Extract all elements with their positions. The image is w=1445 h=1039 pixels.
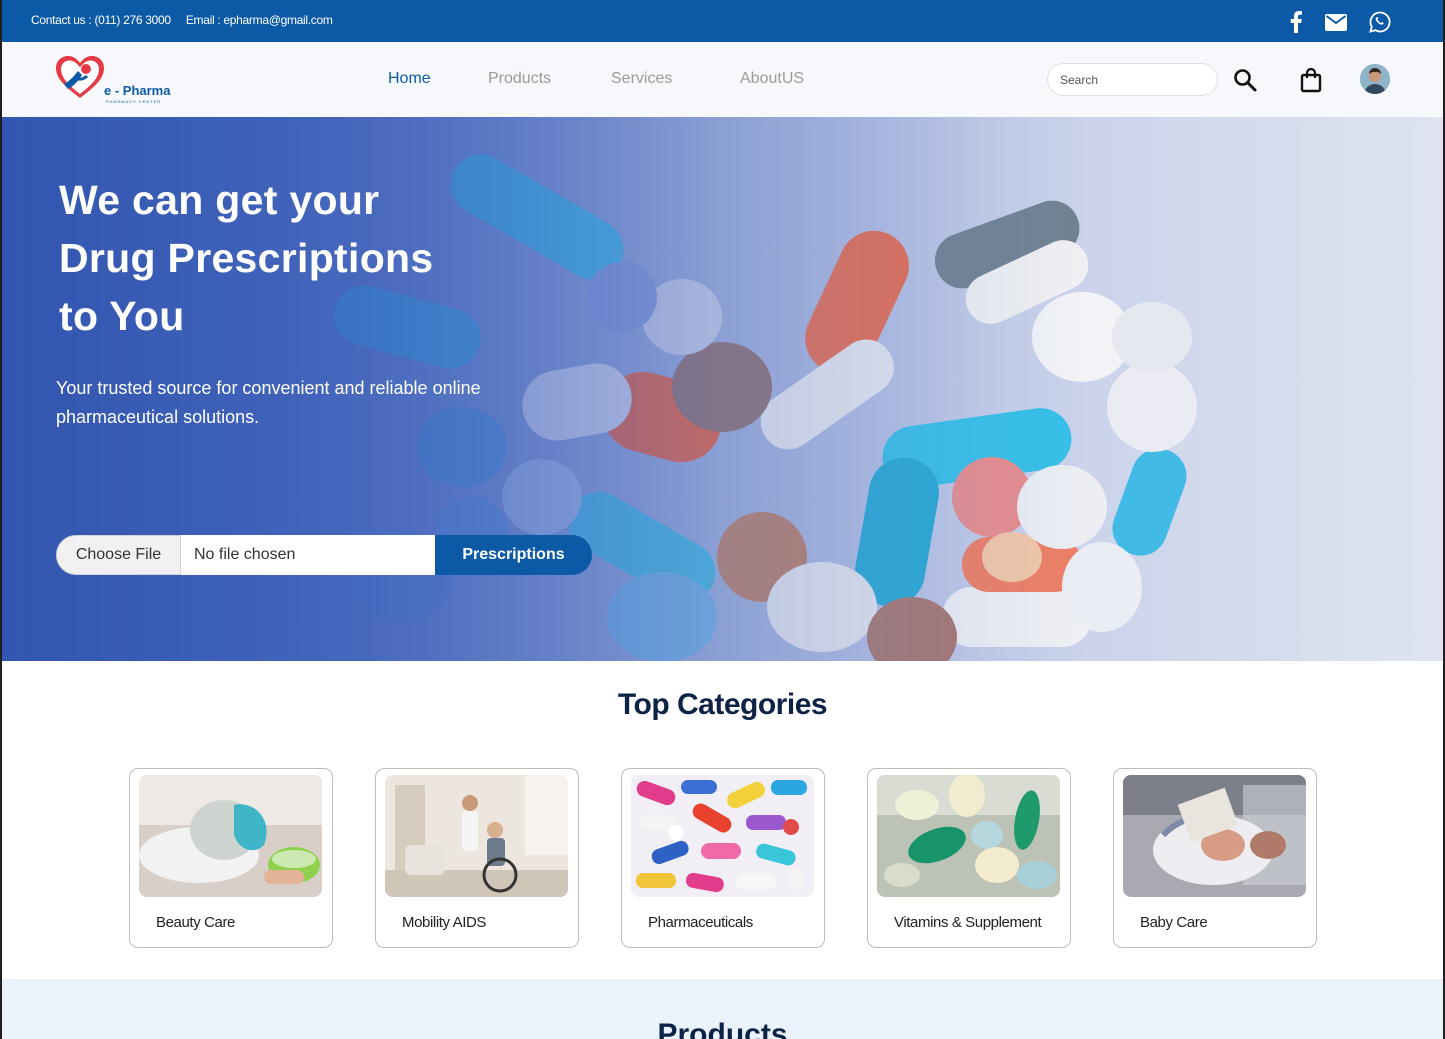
category-card-mobility-aids[interactable]: Mobility AIDS bbox=[375, 768, 579, 948]
nav-link-aboutus[interactable]: AboutUS bbox=[740, 70, 804, 88]
nav-link-products[interactable]: Products bbox=[488, 70, 551, 88]
contact-info: Contact us : (011) 276 3000 Email : epha… bbox=[31, 13, 345, 27]
brand-tagline: PHARMACY CENTER bbox=[106, 99, 162, 104]
category-label: Baby Care bbox=[1140, 914, 1208, 931]
contact-email: Email : epharma@gmail.com bbox=[185, 13, 333, 27]
nav-link-services[interactable]: Services bbox=[611, 70, 672, 88]
baby-care-image bbox=[1123, 775, 1306, 897]
shopping-bag-icon[interactable] bbox=[1297, 66, 1325, 94]
category-card-baby-care[interactable]: Baby Care bbox=[1113, 768, 1317, 948]
category-label: Pharmaceuticals bbox=[648, 914, 753, 931]
main-navbar: e - Pharma PHARMACY CENTER Home Products… bbox=[2, 42, 1443, 117]
nav-link-home[interactable]: Home bbox=[388, 70, 431, 88]
search-input[interactable] bbox=[1047, 63, 1218, 96]
hero-title-line2: Drug Prescriptions bbox=[59, 235, 434, 281]
category-label: Mobility AIDS bbox=[402, 914, 486, 931]
vitamins-supplement-image bbox=[877, 775, 1060, 897]
hero-subtitle: Your trusted source for convenient and r… bbox=[56, 378, 481, 427]
user-avatar[interactable] bbox=[1360, 64, 1390, 94]
top-contact-bar: Contact us : (011) 276 3000 Email : epha… bbox=[2, 0, 1443, 42]
page: Contact us : (011) 276 3000 Email : epha… bbox=[2, 0, 1443, 1039]
hero-title: We can get your Drug Prescriptions to Yo… bbox=[59, 171, 433, 345]
hero-banner: We can get your Drug Prescriptions to Yo… bbox=[2, 117, 1443, 661]
products-section: Products bbox=[2, 979, 1443, 1039]
prescription-upload-form: Choose File No file chosen Prescriptions bbox=[56, 535, 592, 575]
hero-title-line1: We can get your bbox=[59, 177, 380, 223]
brand-name: e - Pharma bbox=[104, 83, 171, 98]
whatsapp-icon[interactable] bbox=[1366, 9, 1394, 35]
products-heading: Products bbox=[657, 1018, 788, 1039]
prescriptions-submit-button[interactable]: Prescriptions bbox=[435, 535, 592, 575]
category-label: Beauty Care bbox=[156, 914, 235, 931]
category-card-beauty-care[interactable]: Beauty Care bbox=[129, 768, 333, 948]
contact-phone: Contact us : (011) 276 3000 bbox=[31, 13, 171, 27]
heart-logo-icon bbox=[56, 56, 104, 98]
pharmaceuticals-image bbox=[631, 775, 814, 897]
category-card-vitamins-supplement[interactable]: Vitamins & Supplement bbox=[867, 768, 1071, 948]
top-categories-heading: Top Categories bbox=[617, 688, 828, 721]
category-card-pharmaceuticals[interactable]: Pharmaceuticals bbox=[621, 768, 825, 948]
search-icon[interactable] bbox=[1231, 66, 1259, 94]
choose-file-button[interactable]: Choose File bbox=[56, 535, 181, 575]
mobility-aids-image bbox=[385, 775, 568, 897]
beauty-care-image bbox=[139, 775, 322, 897]
file-status-text: No file chosen bbox=[181, 535, 435, 575]
mail-icon[interactable] bbox=[1323, 9, 1349, 35]
hero-title-line3: to You bbox=[59, 293, 185, 339]
facebook-icon[interactable] bbox=[1285, 9, 1307, 35]
category-label: Vitamins & Supplement bbox=[894, 914, 1042, 931]
brand-logo[interactable]: e - Pharma PHARMACY CENTER bbox=[54, 54, 189, 106]
